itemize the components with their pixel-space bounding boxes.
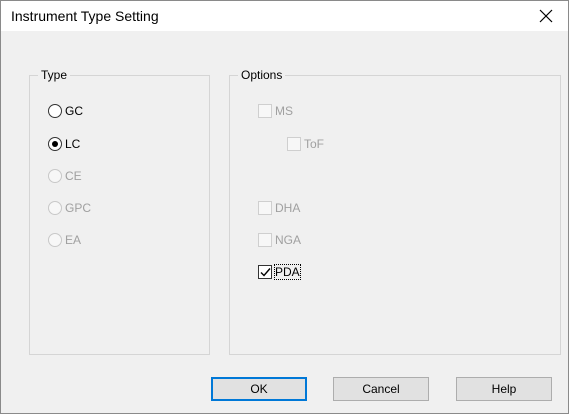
cancel-button[interactable]: Cancel xyxy=(333,377,429,401)
help-button[interactable]: Help xyxy=(456,377,552,401)
checkbox-nga-box xyxy=(258,233,272,247)
checkbox-dha-label: DHA xyxy=(275,201,301,215)
options-group-label: Options xyxy=(238,68,286,82)
checkbox-ms-label: MS xyxy=(275,104,293,118)
radio-gpc-button xyxy=(48,201,62,215)
checkbox-pda-box[interactable] xyxy=(258,265,272,279)
title-bar: Instrument Type Setting xyxy=(1,1,568,31)
radio-ce: CE xyxy=(48,167,82,185)
close-button[interactable] xyxy=(524,1,568,31)
checkbox-nga: NGA xyxy=(258,231,301,249)
radio-gpc: GPC xyxy=(48,199,91,217)
checkbox-pda[interactable]: PDA xyxy=(258,263,301,281)
radio-gc-label: GC xyxy=(65,104,83,118)
window-title: Instrument Type Setting xyxy=(11,8,159,24)
checkbox-tof: ToF xyxy=(287,135,324,153)
radio-ea-label: EA xyxy=(65,233,82,247)
type-group-label: Type xyxy=(38,68,71,82)
checkbox-tof-label: ToF xyxy=(304,137,325,151)
radio-gpc-label: GPC xyxy=(65,201,92,215)
checkbox-tof-box xyxy=(287,137,301,151)
radio-gc[interactable]: GC xyxy=(48,102,83,120)
checkbox-dha-box xyxy=(258,201,272,215)
radio-lc-label: LC xyxy=(65,137,81,151)
radio-ea: EA xyxy=(48,231,81,249)
ok-button[interactable]: OK xyxy=(211,377,307,401)
radio-gc-button[interactable] xyxy=(48,104,62,118)
checkmark-icon xyxy=(260,268,271,277)
radio-ce-button xyxy=(48,169,62,183)
radio-lc-button[interactable] xyxy=(48,137,62,151)
radio-lc[interactable]: LC xyxy=(48,135,80,153)
instrument-type-dialog: Instrument Type Setting Type GC LC CE GP… xyxy=(0,0,569,414)
close-icon xyxy=(539,9,553,23)
checkbox-nga-label: NGA xyxy=(275,233,302,247)
radio-ce-label: CE xyxy=(65,169,82,183)
checkbox-pda-label: PDA xyxy=(274,264,301,280)
checkbox-ms: MS xyxy=(258,102,293,120)
checkbox-ms-box xyxy=(258,104,272,118)
checkbox-dha: DHA xyxy=(258,199,300,217)
radio-ea-button xyxy=(48,233,62,247)
